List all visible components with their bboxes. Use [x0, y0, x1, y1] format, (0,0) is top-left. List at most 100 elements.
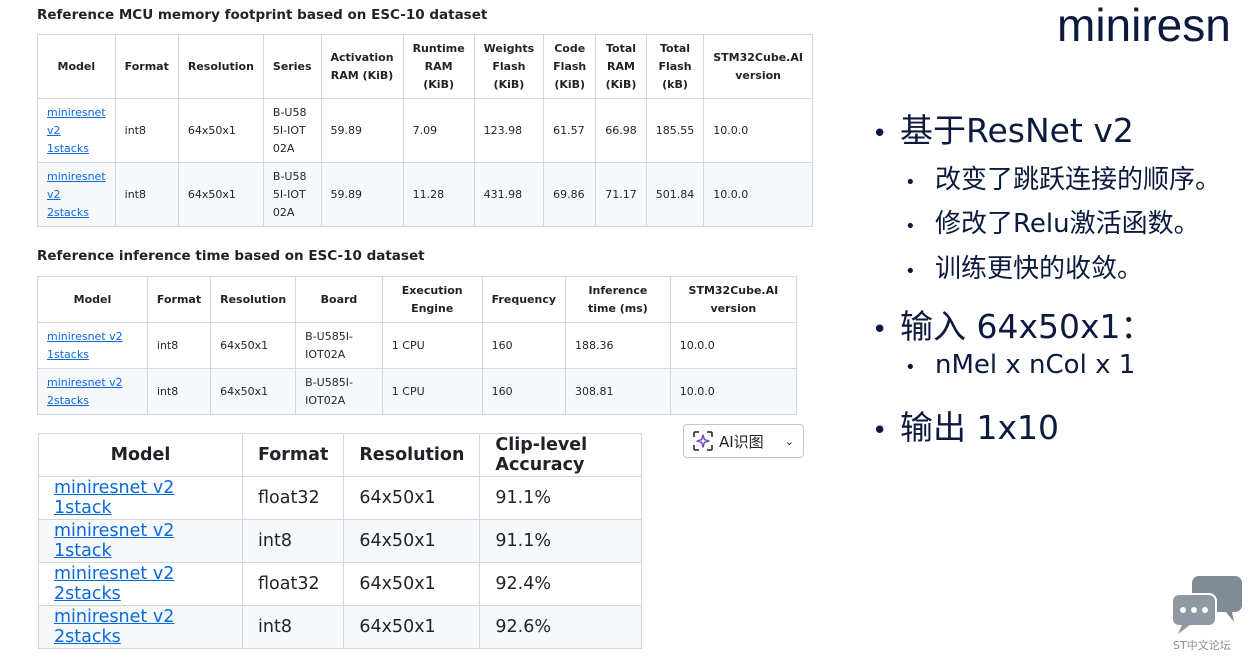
table-cell: 69.86	[543, 162, 597, 227]
sparkle-icon	[693, 431, 713, 451]
bullet-item: • 训练更快的收敛。	[905, 254, 1144, 284]
table-cell: B-U585I-IOT02A	[295, 322, 383, 369]
table-cell: 59.89	[320, 98, 404, 163]
col-resolution: Resolution	[210, 276, 297, 323]
chat-bubbles-icon	[1171, 576, 1242, 634]
bullet-item: • 修改了Relu激活函数。	[905, 209, 1200, 239]
table-cell: 64x50x1	[343, 476, 481, 520]
col-format: Format	[146, 276, 212, 323]
bullet-item: • 基于ResNet v2	[872, 111, 1134, 150]
inference-table-title: Reference inference time based on ESC-10…	[37, 248, 425, 264]
table-cell: int8	[114, 98, 179, 163]
table-cell: 91.1%	[479, 476, 642, 520]
bullet-item: • 输入 64x50x1：	[872, 307, 1154, 346]
table-cell: 64x50x1	[343, 519, 481, 563]
model-link-1stack[interactable]: miniresnet v2 1stack	[54, 478, 174, 518]
inference-time-table: Model Format Resolution Board Execution …	[37, 276, 798, 415]
col-model: Model	[37, 276, 148, 323]
table-cell: 1 CPU	[381, 368, 483, 415]
table-cell: 7.09	[402, 98, 475, 163]
table-row: miniresnet v2 1stacks int8 64x50x1 B-U58…	[37, 98, 813, 163]
accuracy-table: Model Format Resolution Clip-level Accur…	[38, 433, 642, 649]
table-cell: 91.1%	[479, 519, 642, 563]
table-cell: 64x50x1	[177, 162, 264, 227]
memory-footprint-table: Model Format Resolution Series Activatio…	[37, 34, 813, 227]
model-link-2stacks[interactable]: miniresnet v2 2stacks	[54, 564, 174, 604]
col-model: Model	[38, 433, 243, 477]
table-cell: 92.6%	[479, 605, 642, 649]
table-header-row: Model Format Resolution Board Execution …	[37, 276, 798, 323]
table-cell: 11.28	[402, 162, 475, 227]
table-cell: int8	[146, 322, 212, 369]
col-runtime-ram: Runtime RAM (KiB)	[402, 34, 475, 99]
table-cell: 308.81	[565, 368, 671, 415]
table-header-row: Model Format Resolution Series Activatio…	[37, 34, 813, 99]
bullet-item: • 改变了跳跃连接的顺序。	[905, 165, 1222, 195]
memory-table-title: Reference MCU memory footprint based on …	[37, 7, 488, 23]
table-row: miniresnet v2 2stacks int8 64x50x1 B-U58…	[37, 368, 798, 415]
table-cell: 160	[481, 322, 567, 369]
col-format: Format	[114, 34, 179, 99]
table-cell: B-U585I-IOT02A	[295, 368, 383, 415]
table-cell: int8	[114, 162, 179, 227]
model-link-2stacks[interactable]: miniresnet v2 2stacks	[54, 607, 174, 647]
col-total-ram: Total RAM (KiB)	[595, 34, 647, 99]
table-cell: 64x50x1	[343, 605, 481, 649]
table-cell: 501.84	[645, 162, 705, 227]
table-header-row: Model Format Resolution Clip-level Accur…	[38, 433, 642, 477]
forum-caption: ST中文论坛	[1173, 639, 1231, 652]
table-cell: int8	[241, 605, 345, 649]
chevron-down-icon: ⌄	[784, 434, 794, 448]
ai-image-recognition-button[interactable]: AI识图 ⌄	[683, 424, 804, 458]
col-cube-version: STM32Cube.AI version	[703, 34, 813, 99]
table-cell: 59.89	[320, 162, 404, 227]
table-row: miniresnet v2 2stacks float32 64x50x1 92…	[38, 562, 642, 606]
table-cell: 64x50x1	[210, 322, 297, 369]
model-link-1stacks[interactable]: miniresnet v2 1stacks	[47, 328, 138, 364]
col-total-flash: Total Flash (kB)	[645, 34, 705, 99]
col-resolution: Resolution	[177, 34, 264, 99]
col-inference-time: Inference time (ms)	[565, 276, 671, 323]
table-cell: 10.0.0	[703, 98, 813, 163]
bullet-item: • 输出 1x10	[872, 408, 1060, 447]
table-cell: 10.0.0	[703, 162, 813, 227]
table-cell: 10.0.0	[669, 368, 798, 415]
table-cell: 92.4%	[479, 562, 642, 606]
table-cell: 71.17	[595, 162, 647, 227]
table-row: miniresnet v2 2stacks int8 64x50x1 B-U58…	[37, 162, 813, 227]
col-board: Board	[295, 276, 383, 323]
table-row: miniresnet v2 1stacks int8 64x50x1 B-U58…	[37, 322, 798, 369]
table-row: miniresnet v2 1stack float32 64x50x1 91.…	[38, 476, 642, 520]
ai-button-label: AI识图	[719, 432, 764, 451]
table-cell: B-U585I-IOT02A	[262, 162, 322, 227]
table-cell: 64x50x1	[210, 368, 297, 415]
table-cell: int8	[146, 368, 212, 415]
model-link-2stacks[interactable]: miniresnet v2 2stacks	[47, 168, 106, 222]
model-link-2stacks[interactable]: miniresnet v2 2stacks	[47, 374, 138, 410]
table-row: miniresnet v2 1stack int8 64x50x1 91.1%	[38, 519, 642, 563]
table-cell: B-U585I-IOT02A	[262, 98, 322, 163]
table-cell: 64x50x1	[177, 98, 264, 163]
col-activation-ram: Activation RAM (KiB)	[320, 34, 404, 99]
table-cell: int8	[241, 519, 345, 563]
col-cube-version: STM32Cube.AI version	[669, 276, 798, 323]
col-clip-accuracy: Clip-level Accuracy	[479, 433, 642, 477]
col-code-flash: Code Flash (KiB)	[543, 34, 597, 99]
col-series: Series	[262, 34, 322, 99]
model-link-1stacks[interactable]: miniresnet v2 1stacks	[47, 104, 106, 158]
col-weights-flash: Weights Flash (KiB)	[473, 34, 545, 99]
table-cell: 160	[481, 368, 567, 415]
table-cell: float32	[241, 476, 345, 520]
col-format: Format	[241, 433, 345, 477]
table-cell: float32	[241, 562, 345, 606]
table-cell: 185.55	[645, 98, 705, 163]
col-resolution: Resolution	[343, 433, 481, 477]
bullet-item: • nMel x nCol x 1	[905, 350, 1136, 380]
col-frequency: Frequency	[481, 276, 567, 323]
model-link-1stack[interactable]: miniresnet v2 1stack	[54, 521, 174, 561]
table-cell: 61.57	[543, 98, 597, 163]
slide-title: miniresn	[1057, 0, 1231, 51]
col-model: Model	[37, 34, 116, 99]
table-cell: 1 CPU	[381, 322, 483, 369]
col-execution-engine: Execution Engine	[381, 276, 483, 323]
